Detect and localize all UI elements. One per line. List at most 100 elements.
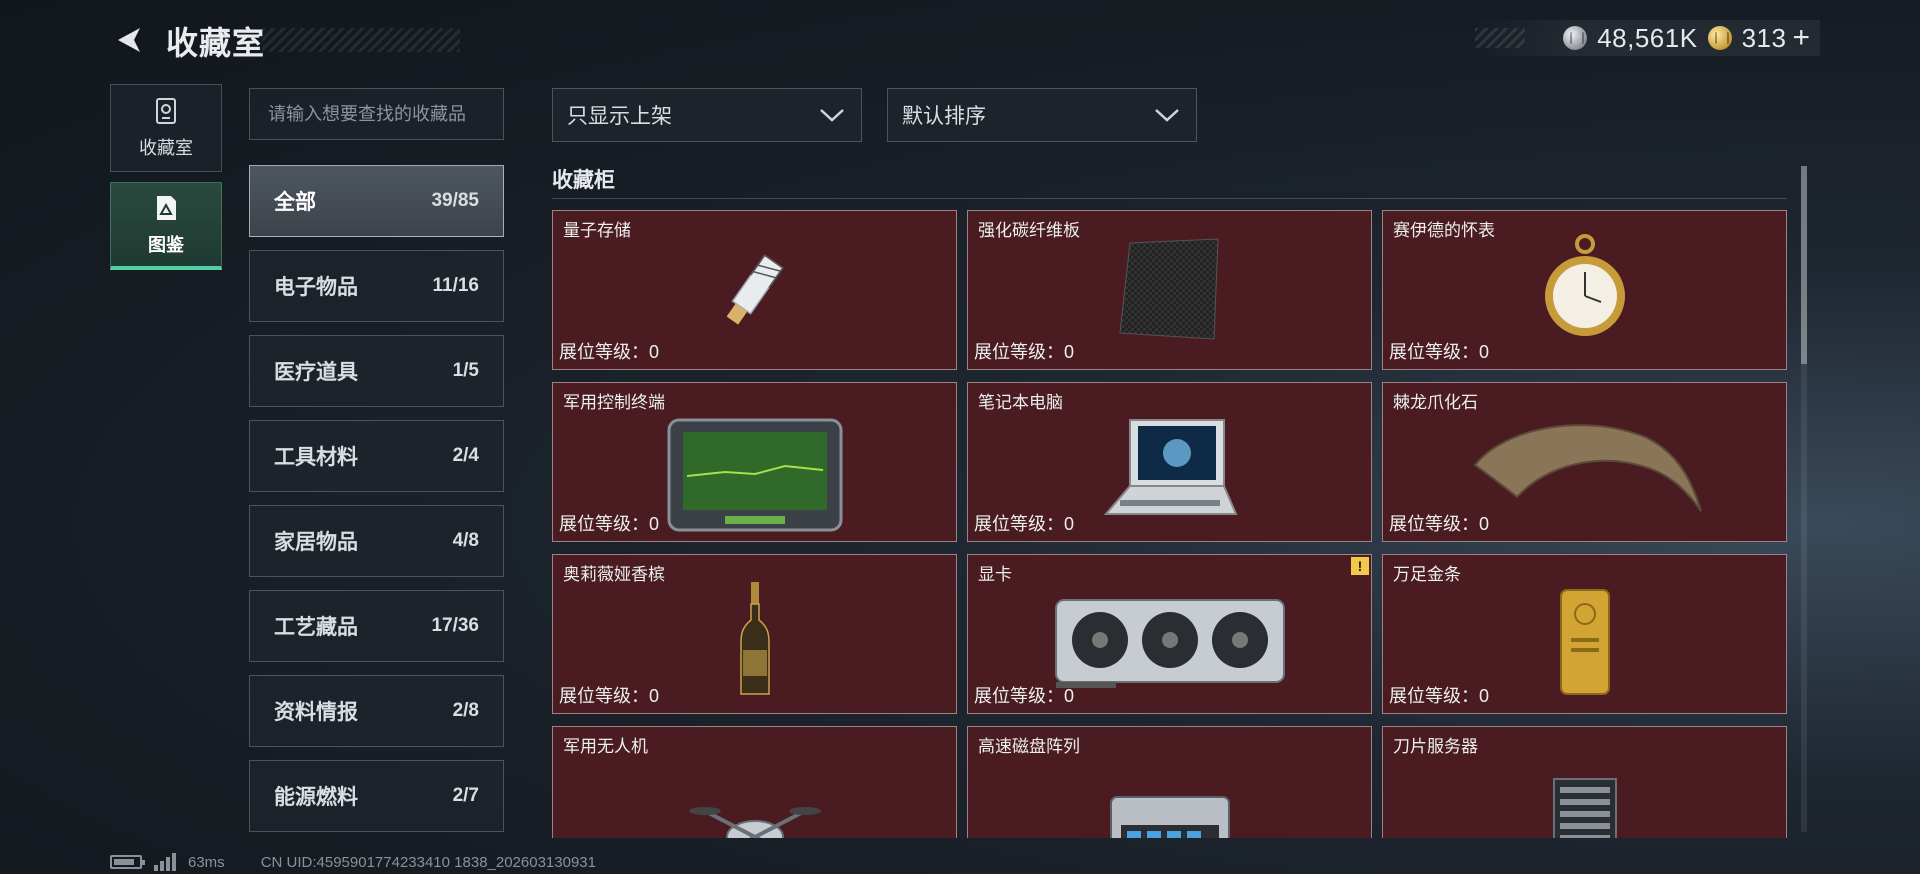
warning-icon[interactable]: ! — [1351, 557, 1369, 575]
cabinet-scrollbar[interactable] — [1801, 166, 1807, 832]
booth-level: 展位等级：0 — [559, 514, 660, 534]
collectible-card[interactable]: 显卡 ! 展位等级：0 — [967, 554, 1372, 714]
control-terminal-icon — [667, 418, 842, 532]
signal-icon — [154, 853, 176, 871]
laptop-icon — [1103, 419, 1238, 516]
currency-decoration — [1475, 28, 1525, 48]
category-tools[interactable]: 工具材料 2/4 — [249, 420, 504, 492]
category-intel[interactable]: 资料情报 2/8 — [249, 675, 504, 747]
item-name: 赛伊德的怀表 — [1393, 221, 1495, 240]
collectible-card[interactable]: 万足金条 展位等级：0 — [1382, 554, 1787, 714]
collectible-card[interactable]: 刀片服务器 展位等级：0 — [1382, 726, 1787, 838]
item-name: 万足金条 — [1393, 565, 1461, 584]
currency-bar: 48,561K 313 + — [1475, 20, 1820, 56]
nav-tab-codex[interactable]: 图鉴 — [110, 182, 222, 270]
item-name: 军用控制终端 — [563, 393, 665, 412]
back-arrow-icon[interactable] — [110, 22, 146, 58]
battery-icon — [110, 855, 145, 869]
add-currency-button[interactable]: + — [1792, 21, 1810, 55]
champagne-icon — [739, 581, 770, 695]
collectible-card[interactable]: 棘龙爪化石 展位等级：0 — [1382, 382, 1787, 542]
item-name: 强化碳纤维板 — [978, 221, 1080, 240]
gold-bar-icon — [1559, 588, 1610, 695]
blade-server-icon — [1552, 778, 1617, 838]
collectible-card[interactable]: 量子存储 展位等级：0 — [552, 210, 957, 370]
booth-level: 展位等级：0 — [1389, 342, 1490, 362]
category-name: 资料情报 — [274, 701, 358, 724]
gold-balance: 313 — [1741, 22, 1787, 53]
category-count: 11/16 — [432, 275, 480, 296]
nav-tab-label: 收藏室 — [139, 138, 193, 158]
category-name: 工艺藏品 — [274, 616, 358, 639]
user-uid: CN UID:4595901774233410 1838_20260313093… — [260, 853, 596, 871]
category-household[interactable]: 家居物品 4/8 — [249, 505, 504, 577]
cabinet-title: 收藏柜 — [552, 169, 615, 192]
cabinet-grid: 量子存储 展位等级：0 强化碳纤维板 展位等级：0 赛伊德的怀表 展位等级：0 … — [552, 210, 1788, 838]
collectible-card[interactable]: 军用无人机 展位等级：0 — [552, 726, 957, 838]
booth-level: 展位等级：0 — [974, 342, 1075, 362]
item-name: 刀片服务器 — [1393, 737, 1478, 756]
nav-tab-vault[interactable]: 收藏室 — [110, 84, 222, 172]
item-name: 量子存储 — [563, 221, 631, 240]
carbon-plate-icon — [1118, 238, 1219, 340]
category-count: 4/8 — [452, 530, 479, 551]
category-count: 1/5 — [452, 360, 479, 381]
category-count: 17/36 — [431, 615, 479, 636]
category-name: 家居物品 — [274, 531, 358, 554]
disk-array-icon — [1109, 795, 1230, 838]
section-divider — [552, 198, 1787, 199]
category-count: 2/7 — [452, 785, 479, 806]
usb-drive-icon — [726, 254, 784, 325]
category-energy[interactable]: 能源燃料 2/7 — [249, 760, 504, 832]
cabinet-grid-viewport[interactable]: 量子存储 展位等级：0 强化碳纤维板 展位等级：0 赛伊德的怀表 展位等级：0 … — [552, 210, 1788, 838]
item-name: 军用无人机 — [563, 737, 648, 756]
category-name: 电子物品 — [274, 276, 358, 299]
claw-fossil-icon — [1473, 424, 1702, 512]
category-medical[interactable]: 医疗道具 1/5 — [249, 335, 504, 407]
sort-value: 默认排序 — [902, 105, 986, 128]
booth-level: 展位等级：0 — [1389, 514, 1490, 534]
item-name: 高速磁盘阵列 — [978, 737, 1080, 756]
category-count: 2/4 — [452, 445, 479, 466]
graphics-card-icon — [1054, 599, 1285, 689]
silver-balance: 48,561K — [1597, 22, 1698, 53]
booth-level: 展位等级：0 — [559, 342, 660, 362]
sort-dropdown[interactable]: 默认排序 — [887, 88, 1197, 142]
category-name: 能源燃料 — [274, 786, 358, 809]
collection-search-input[interactable] — [249, 88, 504, 140]
display-filter-dropdown[interactable]: 只显示上架 — [552, 88, 862, 142]
booth-level: 展位等级：0 — [974, 686, 1075, 706]
collectible-card[interactable]: 笔记本电脑 展位等级：0 — [967, 382, 1372, 542]
display-filter-value: 只显示上架 — [567, 105, 672, 128]
collectible-card[interactable]: 奥莉薇娅香槟 展位等级：0 — [552, 554, 957, 714]
codex-icon — [157, 195, 176, 220]
ping-value: 63ms — [188, 853, 225, 871]
status-footer: 63ms CN UID:4595901774233410 1838_202603… — [110, 850, 596, 874]
vault-icon — [156, 98, 176, 124]
category-name: 医疗道具 — [274, 361, 358, 384]
category-electronics[interactable]: 电子物品 11/16 — [249, 250, 504, 322]
collectible-card[interactable]: 强化碳纤维板 展位等级：0 — [967, 210, 1372, 370]
gold-coin-icon — [1707, 26, 1732, 50]
collectible-card[interactable]: 高速磁盘阵列 展位等级：0 — [967, 726, 1372, 838]
collectible-card[interactable]: 赛伊德的怀表 展位等级：0 — [1382, 210, 1787, 370]
category-count: 39/85 — [431, 190, 479, 211]
collectible-card[interactable]: 军用控制终端 展位等级：0 — [552, 382, 957, 542]
title-decoration — [262, 28, 460, 52]
category-crafts[interactable]: 工艺藏品 17/36 — [249, 590, 504, 662]
silver-coin-icon — [1563, 26, 1588, 50]
category-name: 全部 — [274, 191, 316, 214]
chevron-down-icon — [1155, 109, 1179, 122]
scrollbar-thumb[interactable] — [1801, 166, 1807, 364]
nav-tab-label: 图鉴 — [148, 234, 184, 255]
category-name: 工具材料 — [274, 446, 358, 469]
category-count: 2/8 — [452, 700, 479, 721]
booth-level: 展位等级：0 — [974, 514, 1075, 534]
chevron-down-icon — [820, 109, 844, 122]
category-all[interactable]: 全部 39/85 — [249, 165, 504, 237]
booth-level: 展位等级：0 — [1389, 686, 1490, 706]
item-name: 显卡 — [978, 565, 1012, 584]
item-name: 奥莉薇娅香槟 — [563, 565, 665, 584]
page-title: 收藏室 — [166, 25, 266, 61]
drone-icon — [688, 807, 821, 838]
